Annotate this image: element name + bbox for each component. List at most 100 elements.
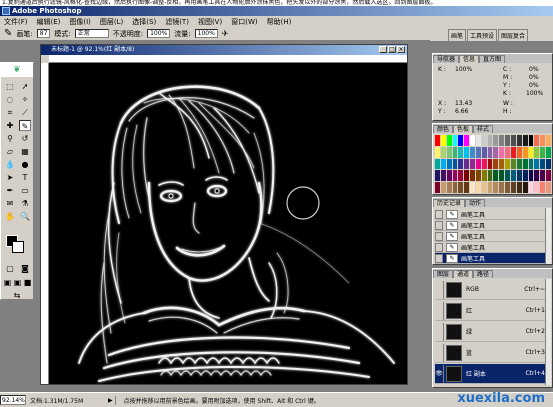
- color-swatch[interactable]: [470, 146, 475, 158]
- eye-icon[interactable]: 👁: [435, 364, 444, 383]
- history-item[interactable]: ✎ 画笔工具: [435, 209, 547, 220]
- color-swatch[interactable]: [511, 146, 516, 158]
- tab-history[interactable]: 历史记录: [433, 199, 466, 207]
- channel-row[interactable]: 绿 Ctrl+2: [435, 322, 547, 342]
- color-swatch[interactable]: [499, 170, 505, 182]
- color-swatch[interactable]: [487, 170, 493, 182]
- color-swatch[interactable]: [435, 146, 440, 158]
- color-swatch[interactable]: [446, 158, 452, 170]
- healing-brush-tool-icon[interactable]: ✚: [4, 120, 16, 131]
- color-swatch[interactable]: [522, 182, 528, 193]
- maximize-button[interactable]: □: [388, 46, 396, 53]
- crop-tool-icon[interactable]: ⌗: [4, 107, 16, 118]
- color-swatch[interactable]: [534, 146, 540, 158]
- tab-info[interactable]: 信息: [459, 55, 480, 63]
- color-swatch[interactable]: [440, 182, 446, 193]
- tab-histogram[interactable]: 直方图: [479, 55, 506, 63]
- color-swatch[interactable]: [528, 170, 534, 182]
- history-source-box[interactable]: [435, 220, 443, 230]
- color-swatch[interactable]: [446, 182, 452, 193]
- menu-layer[interactable]: 图层(L): [100, 17, 123, 27]
- pen-tool-icon[interactable]: ✒: [4, 185, 16, 196]
- color-swatch[interactable]: [435, 158, 440, 170]
- quick-mask-icon[interactable]: ◙: [19, 263, 31, 274]
- shape-tool-icon[interactable]: ▭: [19, 185, 31, 196]
- color-swatch[interactable]: [470, 182, 475, 193]
- color-swatch[interactable]: [435, 135, 440, 146]
- color-swatch[interactable]: [487, 135, 493, 146]
- hand-tool-icon[interactable]: ✋: [4, 211, 16, 222]
- brush-tool-icon-active[interactable]: ✎: [19, 120, 31, 131]
- well-tab-brushes[interactable]: 画笔: [448, 29, 467, 41]
- menu-edit[interactable]: 编辑(E): [37, 17, 61, 27]
- minimize-button[interactable]: _: [379, 46, 387, 53]
- color-swatch[interactable]: [534, 135, 540, 146]
- color-swatch[interactable]: [499, 146, 505, 158]
- color-swatch[interactable]: [499, 158, 505, 170]
- color-swatch[interactable]: [464, 170, 470, 182]
- visibility-toggle[interactable]: [435, 322, 444, 341]
- color-swatch[interactable]: [481, 146, 487, 158]
- color-swatch[interactable]: [546, 158, 551, 170]
- color-swatch[interactable]: [475, 170, 481, 182]
- color-swatch[interactable]: [475, 182, 481, 193]
- tab-layers[interactable]: 图层: [433, 270, 454, 278]
- menu-filter[interactable]: 滤镜(T): [165, 17, 189, 27]
- color-swatch[interactable]: [464, 182, 470, 193]
- dodge-tool-icon[interactable]: ●: [19, 159, 31, 170]
- screen-mode-standard-icon[interactable]: ▣: [3, 277, 12, 288]
- color-swatch[interactable]: [452, 182, 458, 193]
- history-item[interactable]: ✎ 画笔工具: [435, 220, 547, 231]
- tab-channels[interactable]: 通道: [453, 270, 474, 278]
- brush-size-picker[interactable]: 87: [36, 29, 51, 38]
- history-scrollbar[interactable]: [545, 208, 551, 264]
- color-swatch[interactable]: [505, 182, 511, 193]
- color-swatch[interactable]: [487, 146, 493, 158]
- background-color-swatch[interactable]: [12, 241, 24, 253]
- color-swatch[interactable]: [481, 170, 487, 182]
- screen-mode-full-icon[interactable]: ▣: [13, 277, 22, 288]
- color-swatch[interactable]: [475, 158, 481, 170]
- color-swatch[interactable]: [522, 170, 528, 182]
- tab-swatches[interactable]: 色板: [453, 125, 474, 133]
- color-swatch[interactable]: [493, 146, 499, 158]
- color-swatch[interactable]: [522, 146, 528, 158]
- color-swatch[interactable]: [446, 170, 452, 182]
- color-swatch[interactable]: [435, 170, 440, 182]
- channel-row[interactable]: 红 Ctrl+1: [435, 301, 547, 321]
- color-swatch[interactable]: [452, 158, 458, 170]
- color-swatch[interactable]: [452, 146, 458, 158]
- color-swatch[interactable]: [470, 135, 475, 146]
- gradient-tool-icon[interactable]: ▦: [19, 146, 31, 157]
- color-swatch[interactable]: [440, 170, 446, 182]
- type-tool-icon[interactable]: T: [19, 172, 31, 183]
- color-swatch[interactable]: [493, 182, 499, 193]
- color-swatch[interactable]: [487, 182, 493, 193]
- color-swatch[interactable]: [522, 135, 528, 146]
- menu-file[interactable]: 文件(F): [4, 17, 28, 27]
- color-swatch[interactable]: [446, 146, 452, 158]
- color-swatch[interactable]: [493, 170, 499, 182]
- tab-navigator[interactable]: 导航器: [433, 55, 460, 63]
- history-source-box[interactable]: [435, 242, 443, 252]
- color-swatch[interactable]: [487, 158, 493, 170]
- color-swatch[interactable]: [493, 158, 499, 170]
- history-brush-tool-icon[interactable]: ↺: [19, 133, 31, 144]
- color-swatch[interactable]: [458, 158, 464, 170]
- mode-select[interactable]: 正常: [74, 29, 109, 38]
- color-swatch[interactable]: [470, 170, 475, 182]
- color-swatch[interactable]: [505, 146, 511, 158]
- image-canvas[interactable]: [49, 63, 407, 384]
- eyedropper-tool-icon[interactable]: ⚗: [19, 198, 31, 209]
- color-swatch[interactable]: [516, 182, 522, 193]
- visibility-toggle[interactable]: [435, 301, 444, 320]
- magic-wand-tool-icon[interactable]: ✧: [19, 94, 31, 105]
- history-source-box[interactable]: [435, 231, 443, 241]
- color-swatch[interactable]: [499, 182, 505, 193]
- color-swatch[interactable]: [505, 158, 511, 170]
- tab-paths[interactable]: 路径: [473, 270, 494, 278]
- airbrush-icon[interactable]: ✈: [222, 29, 229, 38]
- document-size[interactable]: 文档:1.31M/1.75M: [26, 396, 106, 405]
- color-swatch[interactable]: [458, 170, 464, 182]
- lasso-tool-icon[interactable]: ◌: [4, 94, 16, 105]
